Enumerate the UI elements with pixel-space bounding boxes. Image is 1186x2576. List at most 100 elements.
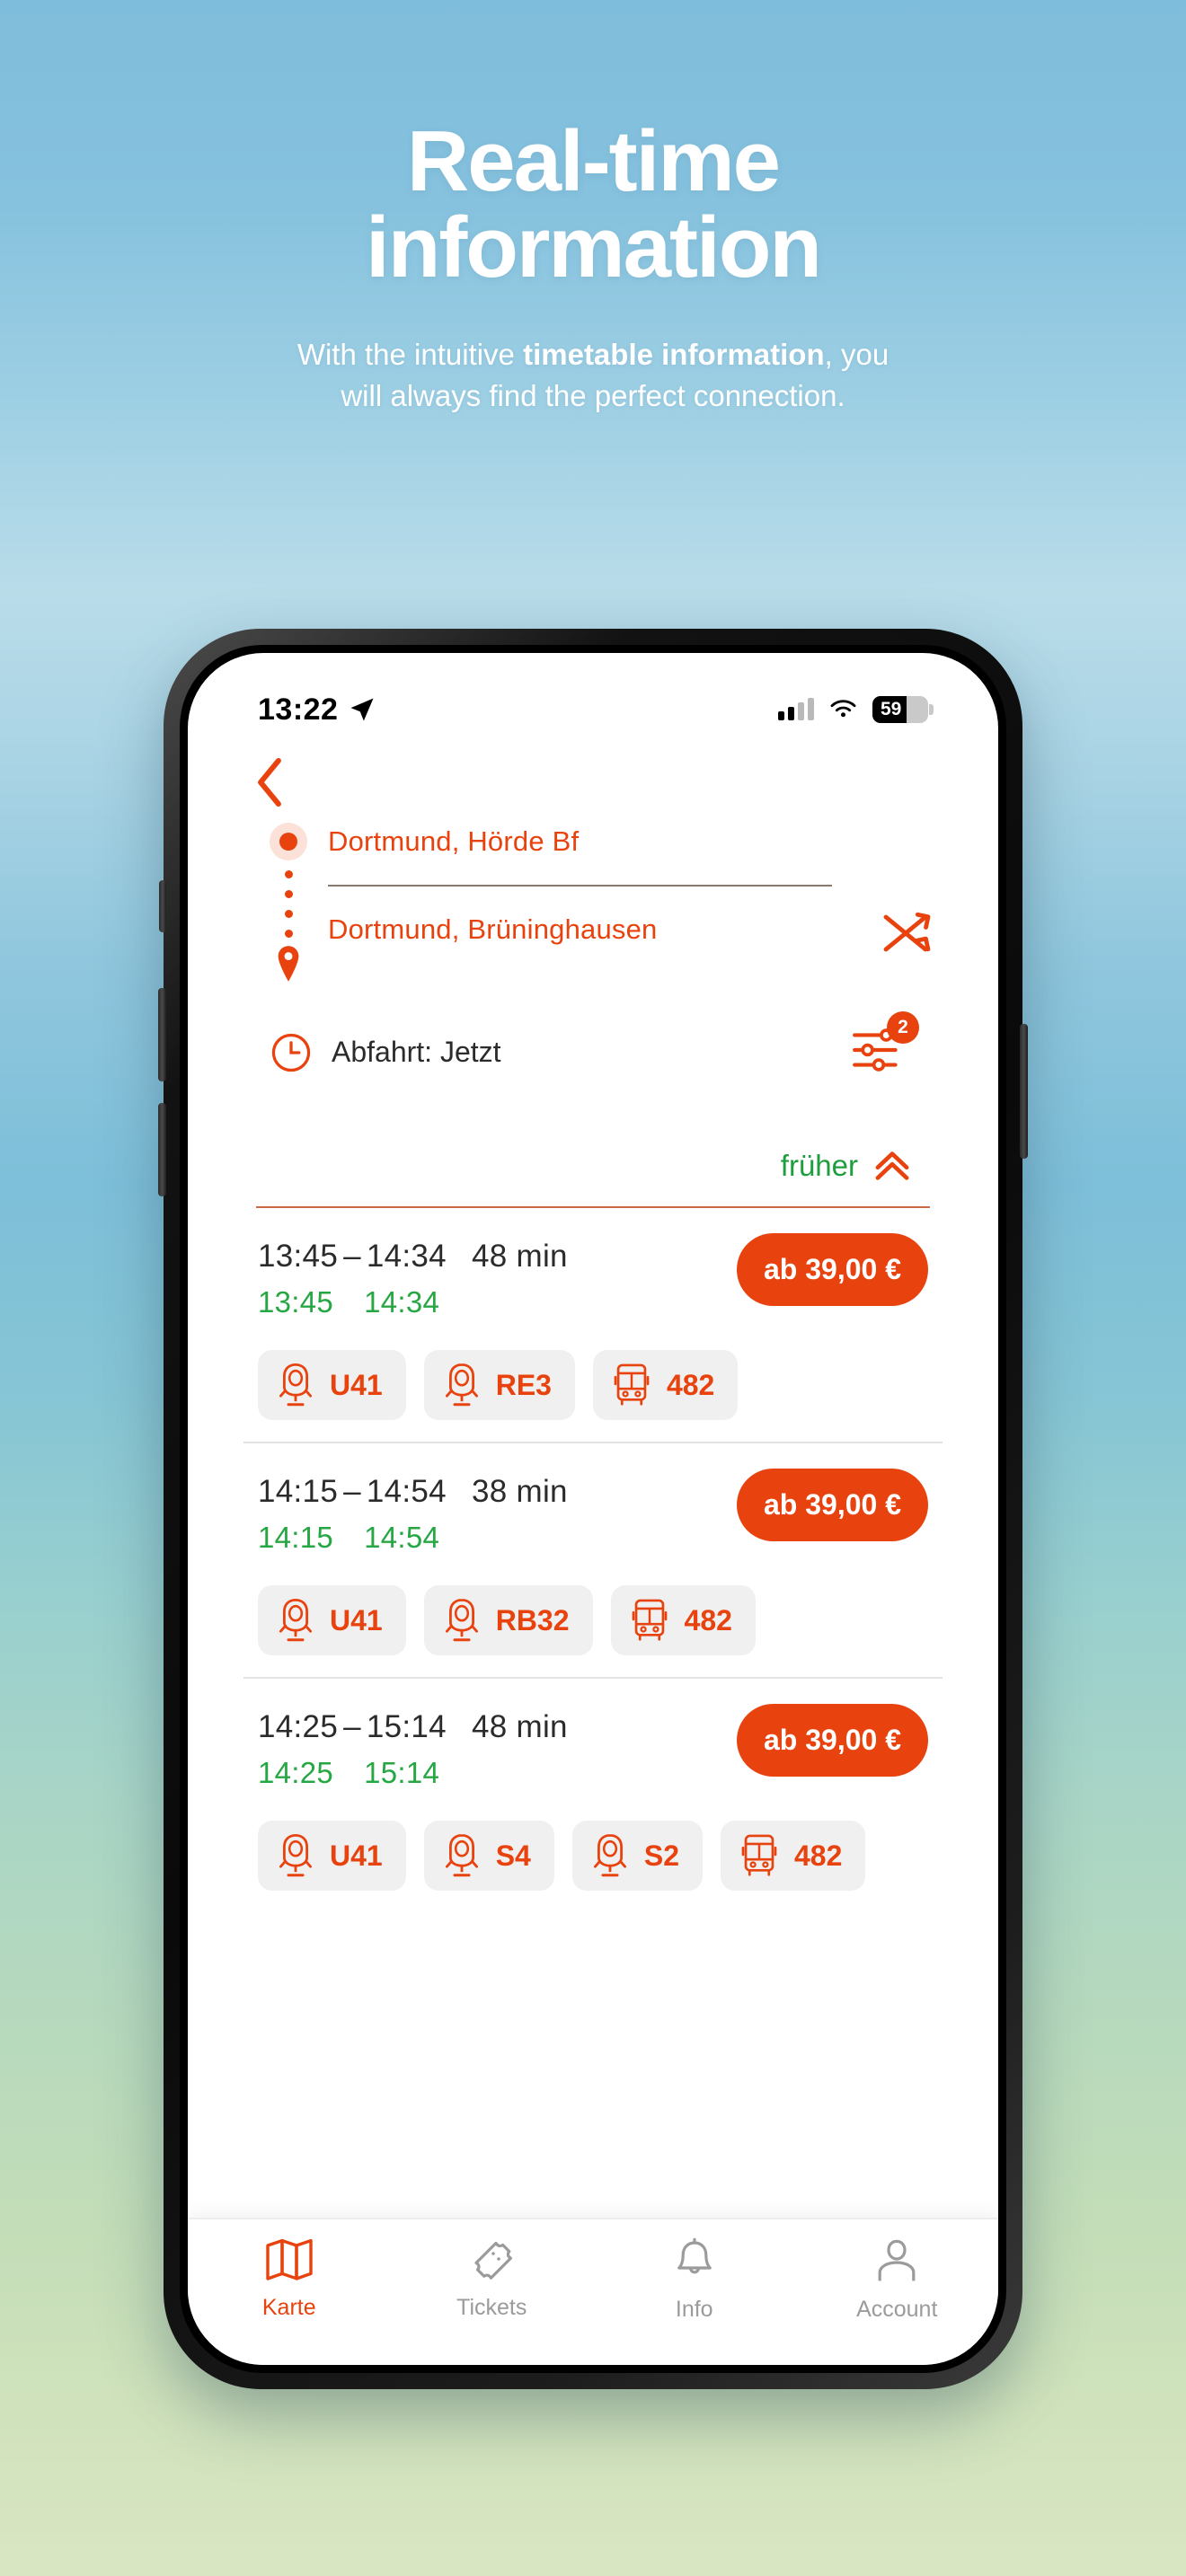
double-chevron-up-icon <box>875 1151 909 1180</box>
connection-leg[interactable]: RB32 <box>423 1585 593 1655</box>
train-icon <box>445 1598 478 1642</box>
filter-count-badge: 2 <box>887 1011 919 1044</box>
tab-label: Info <box>675 2297 713 2322</box>
bus-icon <box>741 1834 777 1876</box>
chevron-left-icon[interactable] <box>254 755 285 809</box>
status-bar: 13:22 59 <box>188 653 998 739</box>
connection-results-list[interactable]: 13:45–14:34 48 min 13:45 14:34 ab 39,00 € U41… <box>188 1208 998 2218</box>
connection-row[interactable]: 14:15–14:54 38 min 14:15 14:54 ab 39,00 € U41… <box>243 1442 943 1677</box>
realtime-times: 13:45 14:34 <box>258 1285 568 1319</box>
bell-icon <box>677 2237 712 2274</box>
leg-label: RB32 <box>495 1603 570 1636</box>
connection-leg[interactable]: RE3 <box>423 1350 575 1420</box>
route-dotted-line <box>284 870 293 938</box>
phone-bezel: 13:22 59 Dortmund, Hörde Bf Dortmund, Br… <box>180 645 1006 2373</box>
time-dash: – <box>343 1239 361 1274</box>
sub-bold: timetable information <box>523 338 825 371</box>
sub-pre: With the intuitive <box>296 338 524 371</box>
hero-banner: Real-time information With the intuitive… <box>0 0 1186 416</box>
train-icon <box>445 1363 478 1407</box>
leg-label: S2 <box>643 1839 679 1872</box>
price-button[interactable]: ab 39,00 € <box>737 1233 928 1306</box>
search-header: Dortmund, Hörde Bf Dortmund, Brüninghaus… <box>188 739 998 1208</box>
train-icon <box>279 1598 312 1642</box>
connection-leg[interactable]: U41 <box>258 1350 406 1420</box>
volume-down-button[interactable] <box>158 1103 166 1196</box>
hero-title-line2: information <box>366 199 822 296</box>
planned-arrival: 14:34 <box>366 1239 447 1274</box>
train-icon <box>593 1833 626 1877</box>
connection-times: 13:45–14:34 48 min 13:45 14:34 <box>258 1239 568 1319</box>
person-icon <box>878 2239 916 2281</box>
map-icon <box>266 2238 313 2280</box>
connection-leg[interactable]: S4 <box>423 1821 554 1891</box>
connection-leg[interactable]: 482 <box>592 1350 739 1420</box>
ticket-icon <box>474 2241 513 2280</box>
realtime-times: 14:25 15:14 <box>258 1756 568 1790</box>
route-divider <box>328 885 833 887</box>
swap-button[interactable] <box>876 825 943 958</box>
power-button[interactable] <box>1020 1024 1028 1159</box>
planned-times: 14:25–15:14 48 min <box>258 1709 568 1745</box>
connection-legs: U41 S4 S2 482 <box>258 1821 928 1891</box>
tab-tickets[interactable]: Tickets <box>391 2237 594 2321</box>
destination-input[interactable]: Dortmund, Brüninghausen <box>328 913 876 946</box>
origin-input[interactable]: Dortmund, Hörde Bf <box>328 825 876 858</box>
planned-departure: 13:45 <box>258 1239 339 1274</box>
realtime-departure: 14:15 <box>258 1521 334 1554</box>
status-bar-left: 13:22 <box>258 693 376 728</box>
connection-leg[interactable]: S2 <box>571 1821 703 1891</box>
filter-button[interactable]: 2 <box>851 1011 919 1081</box>
status-time: 13:22 <box>258 692 339 727</box>
leg-label: U41 <box>330 1368 383 1401</box>
bus-icon <box>632 1599 667 1641</box>
connection-leg[interactable]: 482 <box>610 1585 756 1655</box>
connection-legs: U41 RB32 482 <box>258 1585 928 1655</box>
hero-subtitle-line2: will always find the perfect connection. <box>341 378 845 412</box>
mute-switch[interactable] <box>159 880 166 932</box>
train-icon <box>445 1833 478 1877</box>
planned-arrival: 15:14 <box>366 1709 447 1744</box>
tab-label: Account <box>856 2297 938 2322</box>
price-button[interactable]: ab 39,00 € <box>737 1469 928 1541</box>
back-row <box>243 739 943 815</box>
leg-label: 482 <box>684 1603 732 1636</box>
realtime-arrival: 14:54 <box>364 1521 440 1554</box>
hero-title-line1: Real-time <box>406 113 781 209</box>
connection-times: 14:25–15:14 48 min 14:25 15:14 <box>258 1709 568 1790</box>
status-bar-right: 59 <box>778 696 934 723</box>
price-button[interactable]: ab 39,00 € <box>737 1704 928 1777</box>
cellular-signal-icon <box>778 698 814 720</box>
planned-times: 14:15–14:54 38 min <box>258 1474 568 1510</box>
realtime-arrival: 14:34 <box>364 1285 440 1319</box>
connection-summary: 14:15–14:54 38 min 14:15 14:54 ab 39,00 € <box>258 1469 928 1555</box>
circle-dot-icon <box>279 833 297 851</box>
connection-leg[interactable]: 482 <box>720 1821 866 1891</box>
realtime-arrival: 15:14 <box>364 1756 440 1789</box>
connection-summary: 13:45–14:34 48 min 13:45 14:34 ab 39,00 € <box>258 1233 928 1319</box>
time-dash: – <box>343 1709 361 1744</box>
connection-row[interactable]: 14:25–15:14 48 min 14:25 15:14 ab 39,00 € U41… <box>243 1677 943 1912</box>
earlier-button[interactable]: früher <box>243 1081 943 1206</box>
tab-karte[interactable]: Karte <box>188 2237 391 2321</box>
phone-screen: 13:22 59 Dortmund, Hörde Bf Dortmund, Br… <box>188 653 998 2365</box>
map-pin-icon <box>278 946 299 982</box>
tab-info[interactable]: Info <box>593 2237 796 2323</box>
train-icon <box>279 1363 312 1407</box>
connection-row[interactable]: 13:45–14:34 48 min 13:45 14:34 ab 39,00 € U41… <box>243 1208 943 1442</box>
connection-leg[interactable]: U41 <box>258 1821 406 1891</box>
duration: 38 min <box>471 1474 568 1509</box>
swap-arrows-icon <box>883 912 931 952</box>
hero-subtitle: With the intuitive timetable information… <box>0 291 1186 416</box>
connection-leg[interactable]: U41 <box>258 1585 406 1655</box>
realtime-departure: 13:45 <box>258 1285 334 1319</box>
duration: 48 min <box>471 1709 568 1744</box>
page-title: Real-time information <box>0 0 1186 291</box>
connection-legs: U41 RE3 482 <box>258 1350 928 1420</box>
volume-up-button[interactable] <box>158 988 166 1081</box>
departure-time-selector[interactable]: Abfahrt: Jetzt <box>270 1032 501 1073</box>
leg-label: 482 <box>666 1368 715 1401</box>
connection-times: 14:15–14:54 38 min 14:15 14:54 <box>258 1474 568 1555</box>
leg-label: 482 <box>793 1839 843 1872</box>
tab-account[interactable]: Account <box>796 2237 999 2323</box>
